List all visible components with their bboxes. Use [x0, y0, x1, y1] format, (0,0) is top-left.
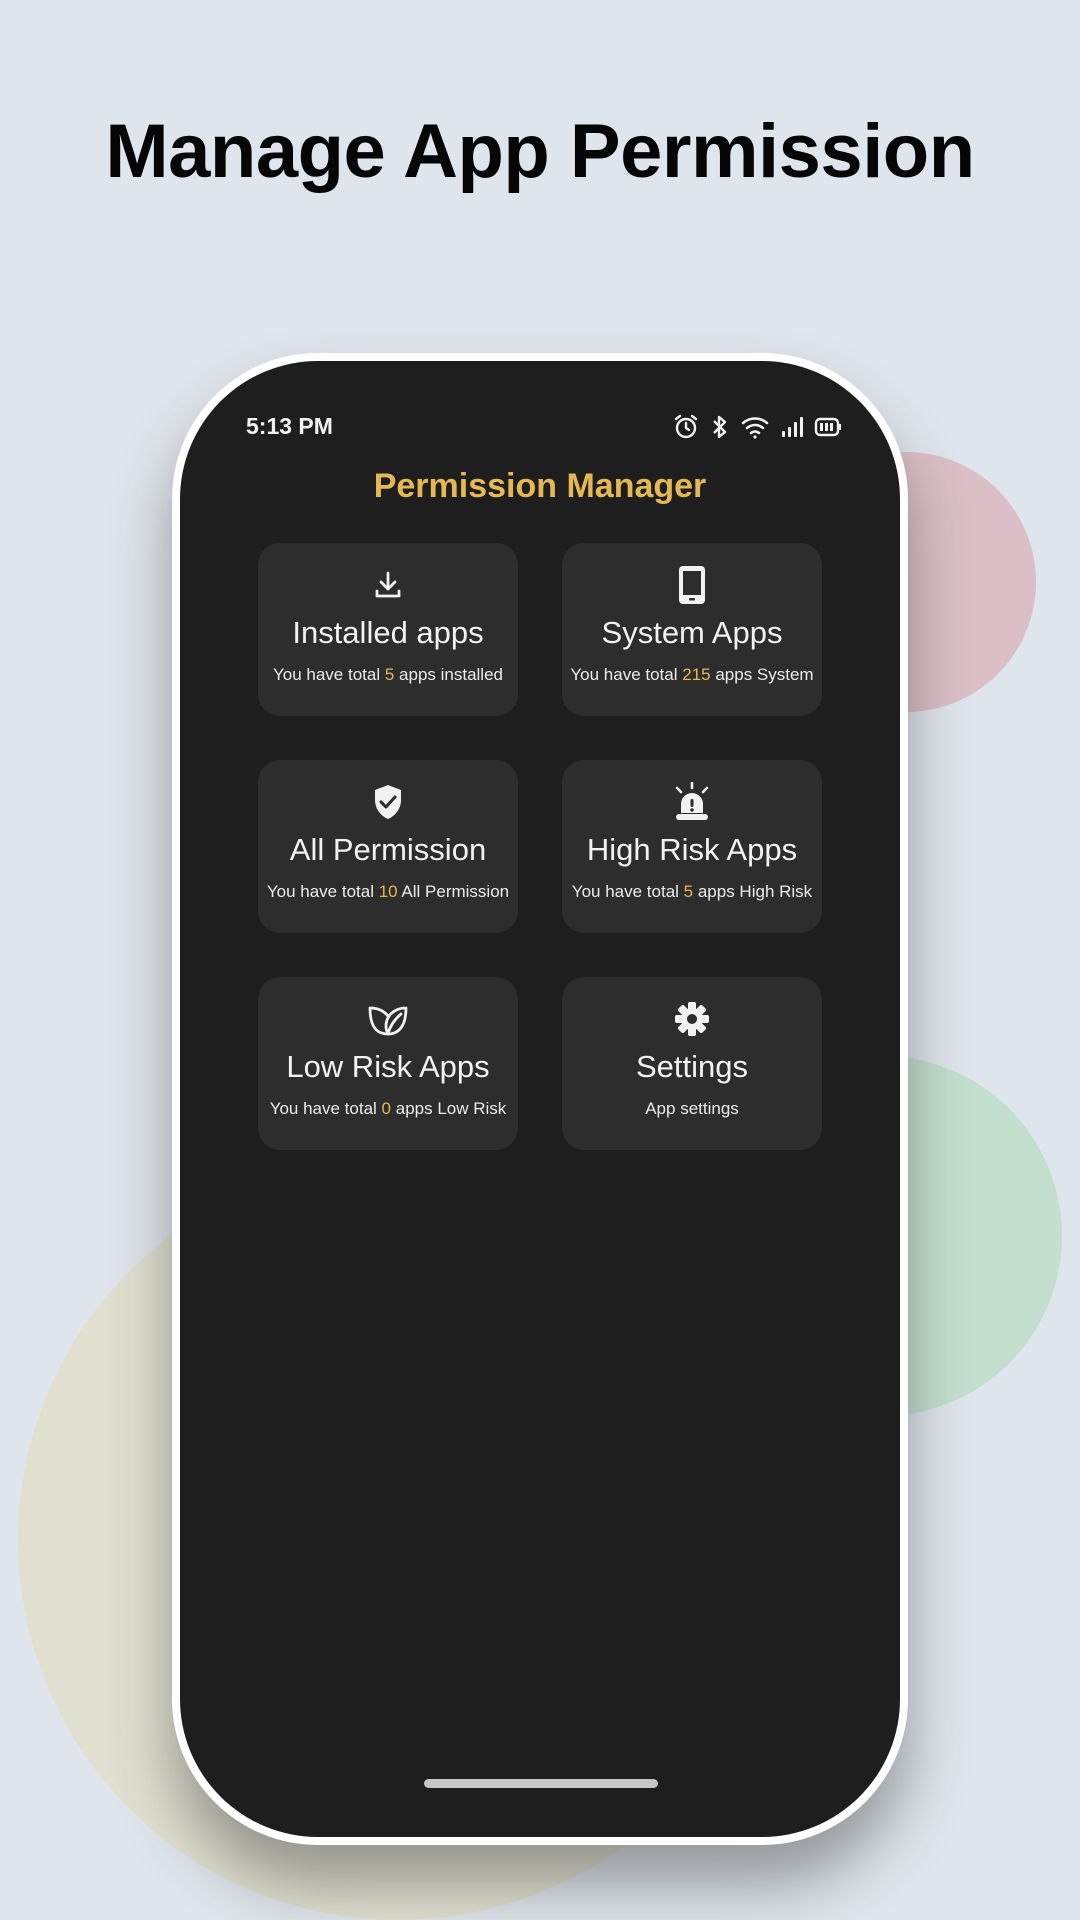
card-subtitle: You have total 5 apps High Risk	[571, 882, 813, 901]
home-indicator[interactable]	[424, 1779, 658, 1788]
signal-icon	[780, 415, 804, 439]
page-headline: Manage App Permission	[105, 109, 975, 194]
count-value: 215	[682, 665, 711, 684]
status-time: 5:13 PM	[246, 413, 333, 439]
alarm-icon	[672, 413, 700, 441]
card-subtitle: App settings	[645, 1099, 739, 1118]
card-subtitle: You have total 10 All Permission	[266, 882, 510, 901]
alarm-siren-icon	[671, 782, 713, 822]
bluetooth-icon	[710, 413, 730, 441]
phone-frame: 5:13 PM Permission Manager Installed app…	[172, 353, 908, 1845]
count-value: 10	[378, 882, 398, 901]
count-value: 5	[384, 665, 395, 684]
phone-icon	[678, 565, 706, 605]
count-value: 0	[381, 1099, 392, 1118]
card-title: High Risk Apps	[586, 832, 798, 867]
card-title: All Permission	[289, 832, 487, 867]
gear-icon	[674, 999, 710, 1039]
card-title: Low Risk Apps	[286, 1049, 490, 1084]
wifi-icon	[740, 414, 770, 440]
download-icon	[373, 565, 403, 605]
phone-screen: 5:13 PM Permission Manager Installed app…	[180, 361, 900, 1837]
card-subtitle: You have total 0 apps Low Risk	[269, 1099, 507, 1118]
card-system-apps[interactable]: System Apps You have total 215 apps Syst…	[562, 543, 822, 716]
card-title: System Apps	[601, 615, 783, 650]
card-title: Settings	[635, 1049, 748, 1084]
leaf-icon	[367, 999, 409, 1039]
card-high-risk-apps[interactable]: High Risk Apps You have total 5 apps Hig…	[562, 760, 822, 933]
card-settings[interactable]: Settings App settings	[562, 977, 822, 1150]
count-value: 5	[683, 882, 694, 901]
status-icons	[672, 413, 842, 441]
card-subtitle: You have total 215 apps System	[570, 665, 814, 684]
shield-check-icon	[372, 782, 404, 822]
card-subtitle: You have total 5 apps installed	[272, 665, 503, 684]
card-low-risk-apps[interactable]: Low Risk Apps You have total 0 apps Low …	[258, 977, 518, 1150]
card-title: Installed apps	[292, 615, 484, 650]
card-all-permission[interactable]: All Permission You have total 10 All Per…	[258, 760, 518, 933]
app-title: Permission Manager	[373, 467, 707, 505]
card-installed-apps[interactable]: Installed apps You have total 5 apps ins…	[258, 543, 518, 716]
battery-icon	[814, 416, 842, 438]
